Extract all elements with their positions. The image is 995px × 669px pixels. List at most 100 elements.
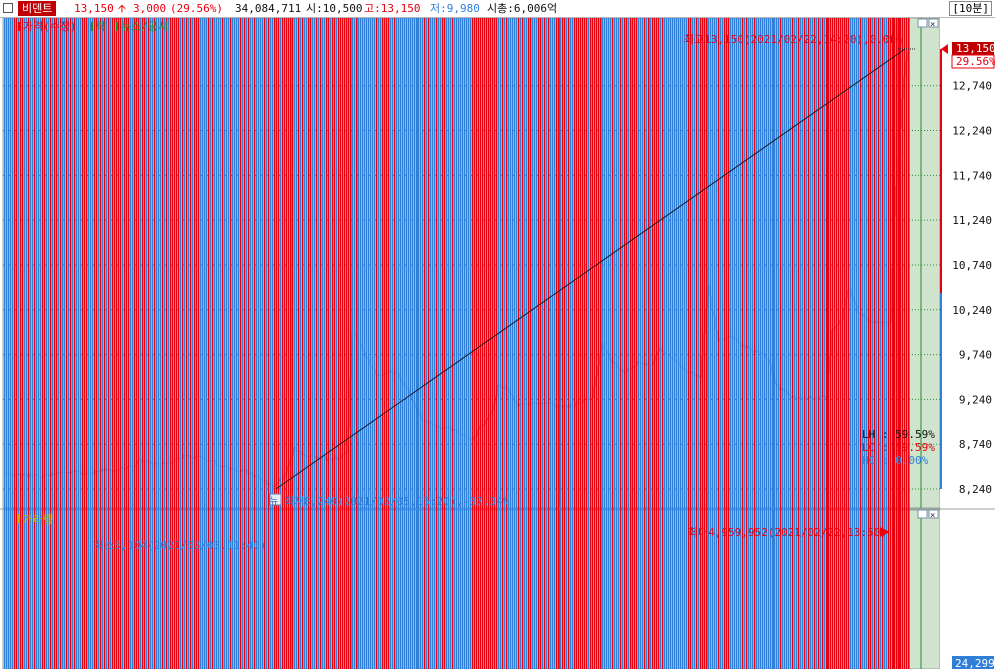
volume-bar [842, 18, 844, 669]
volume-bar [752, 18, 754, 669]
volume-bar [378, 18, 380, 669]
volume-bar [554, 18, 556, 669]
volume-bar [76, 18, 78, 669]
volume-bar [22, 18, 24, 669]
checkbox-icon[interactable] [3, 3, 13, 13]
volume-bar [650, 18, 652, 669]
volume-bar [856, 18, 858, 669]
volume-bar [330, 18, 332, 669]
volume-bar [540, 18, 542, 669]
volume-bar [224, 18, 226, 669]
volume-bar [140, 18, 142, 669]
volume-bar [736, 18, 738, 669]
volume-bar [556, 18, 558, 669]
price-plot-area[interactable] [2, 18, 941, 509]
volume-bar [396, 18, 398, 669]
volume-bar [854, 18, 856, 669]
interval-selector[interactable]: [10분] [949, 1, 992, 16]
legend-lock[interactable]: 락 [96, 20, 106, 33]
volume-bar [298, 18, 300, 669]
volume-bar [294, 18, 296, 669]
volume-bar [878, 18, 880, 669]
volume-bar [128, 18, 130, 669]
stock-name[interactable]: 비덴트 [18, 1, 57, 16]
volume-bar [866, 18, 868, 669]
volume-bar [190, 18, 192, 669]
volume-bar [480, 18, 482, 669]
volume-bar [348, 18, 350, 669]
price-minimize-button[interactable] [917, 18, 928, 28]
volume-bar [684, 18, 686, 669]
volume-minimize-button[interactable] [917, 509, 928, 519]
volume-bar [156, 18, 158, 669]
volume-bar [146, 18, 148, 669]
volume-bar [66, 18, 68, 669]
volume-bar [344, 18, 346, 669]
legend-news[interactable]: 뉴스/공시 [121, 20, 168, 33]
volume-bar [220, 18, 222, 669]
volume-bar [888, 18, 890, 669]
volume-bar [644, 18, 646, 669]
volume-bar [818, 18, 820, 669]
close-icon: × [930, 511, 935, 521]
volume-bar [724, 18, 726, 669]
volume-bar [760, 18, 762, 669]
volume-bar [246, 18, 248, 669]
volume-bar [776, 18, 778, 669]
price-tick-label: 9,240 [959, 393, 992, 406]
volume-bar [200, 18, 202, 669]
volume-bar [16, 18, 18, 669]
volume-bar [218, 18, 220, 669]
volume-bar [696, 18, 698, 669]
volume-bar [872, 18, 874, 669]
volume-bar [64, 18, 66, 669]
volume-bar [512, 18, 514, 669]
volume-bar [666, 18, 668, 669]
volume-bar [792, 18, 794, 669]
volume-bar [754, 18, 756, 669]
current-price-label: 13,150 [956, 42, 995, 55]
volume-bar [162, 18, 164, 669]
volume-bar [672, 18, 674, 669]
volume-bar [632, 18, 634, 669]
volume-bar [610, 18, 612, 669]
volume-bar [742, 18, 744, 669]
volume-bar [588, 18, 590, 669]
volume-bar [40, 18, 42, 669]
volume-bar [10, 18, 12, 669]
volume-bar [584, 18, 586, 669]
legend-volume[interactable]: 거래량 [23, 513, 53, 526]
volume-bar [406, 18, 408, 669]
volume-bar [436, 18, 438, 669]
low-annotation: 최저8,240(2021/02/05,15:20),-37.34% [284, 495, 510, 508]
volume-bar [670, 18, 672, 669]
volume-bar [92, 18, 94, 669]
volume-bar [562, 18, 564, 669]
legend-price[interactable]: 가격(수정) [23, 20, 77, 33]
volume-bar [310, 18, 312, 669]
volume-bar [68, 18, 70, 669]
volume-value: 34,084,711 [235, 2, 302, 15]
volume-bar [804, 18, 806, 669]
volume-bar [28, 18, 30, 669]
volume-bar [718, 18, 720, 669]
volume-bar [276, 18, 278, 669]
volume-bar [410, 18, 412, 669]
volume-bar [88, 18, 90, 669]
volume-bar [368, 18, 370, 669]
volume-bar [692, 18, 694, 669]
volume-bar [870, 18, 872, 669]
volume-bar [230, 18, 232, 669]
volume-bar [728, 18, 730, 669]
min-volume-annotation: 최소3,104(2021/02/03,11:40) [94, 539, 267, 552]
volume-bar [412, 18, 414, 669]
volume-bar [570, 18, 572, 669]
volume-bar [364, 18, 366, 669]
volume-bar [886, 18, 888, 669]
volume-bar [656, 18, 658, 669]
volume-spike-bar [896, 18, 898, 669]
volume-bar [244, 18, 246, 669]
volume-bar [226, 18, 228, 669]
volume-bar [440, 18, 442, 669]
volume-bar [530, 18, 532, 669]
